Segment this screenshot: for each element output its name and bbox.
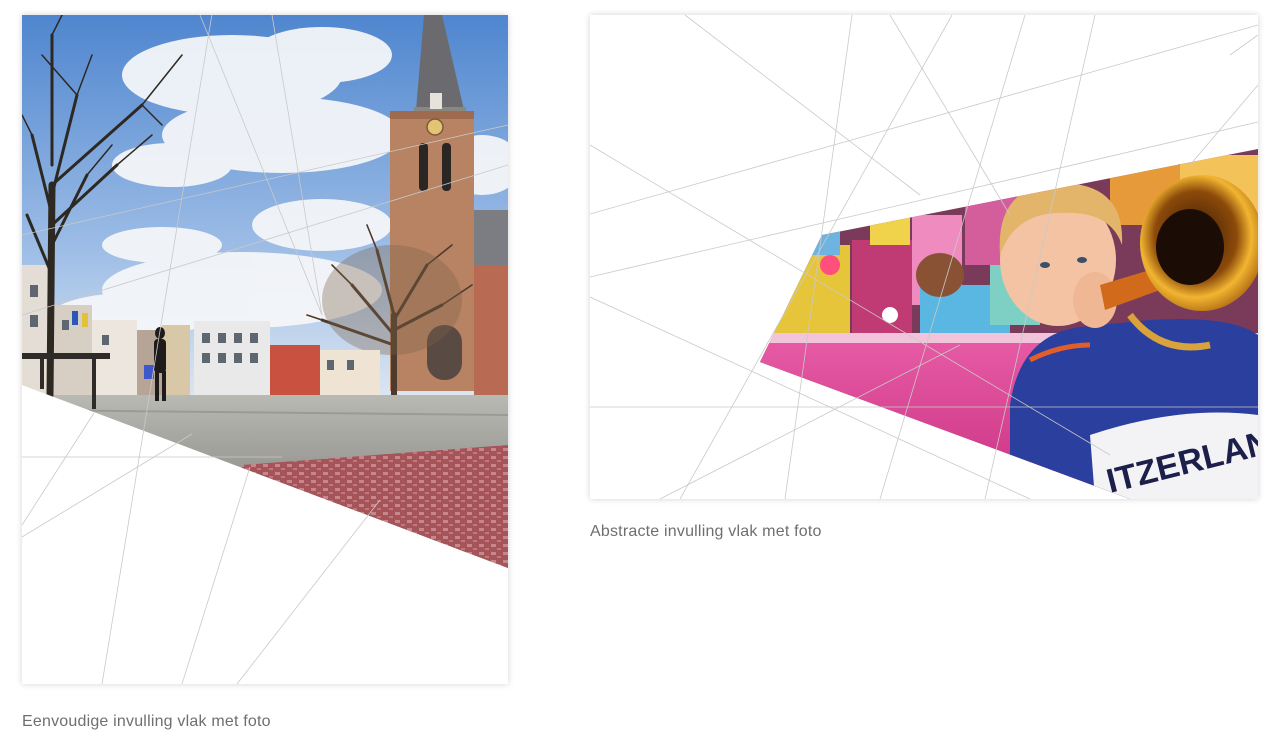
caption-simple-fill: Eenvoudige invulling vlak met foto	[22, 713, 271, 730]
example-card-abstract: ITZERLAND	[590, 15, 1258, 499]
example-card-simple	[22, 15, 508, 684]
town-square-church-tower-photo	[22, 15, 508, 684]
child-playing-trumpet-photo: ITZERLAND	[590, 15, 1258, 499]
caption-abstract-fill: Abstracte invulling vlak met foto	[590, 523, 822, 540]
